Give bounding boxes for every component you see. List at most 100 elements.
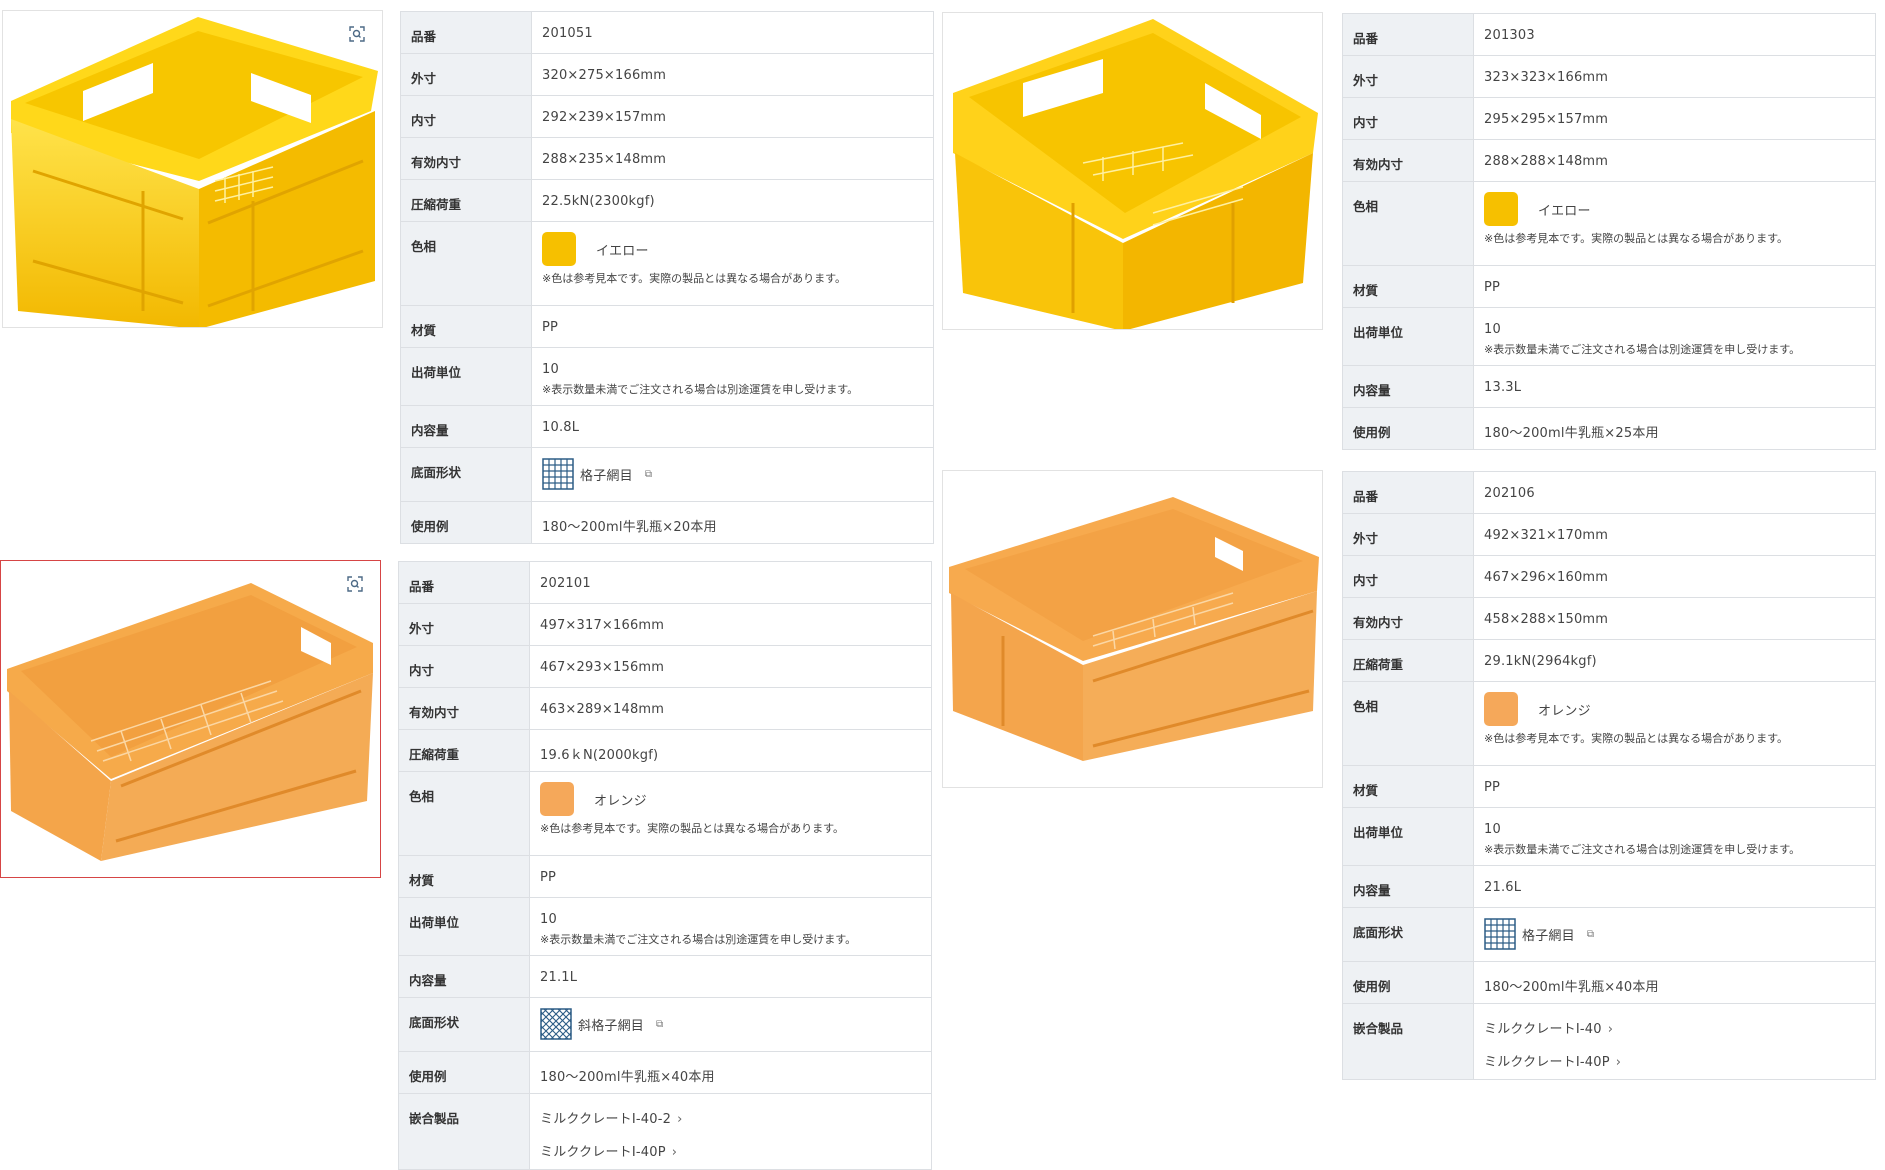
color-swatch [1484,692,1518,726]
related-product-link[interactable]: ミルククレートI-40-2 › [540,1108,921,1127]
product-image-202101[interactable] [0,560,381,878]
usage-example: 180～200ml牛乳瓶×20本用 [531,501,934,544]
spec-key: 嵌合製品 [398,1093,530,1170]
spec-key: 色相 [1342,181,1474,266]
color-name: オレンジ [594,793,647,809]
outer-size: 492×321×170mm [1473,513,1876,556]
effective-size: 288×288×148mm [1473,139,1876,182]
spec-key: 底面形状 [400,447,532,502]
spec-key: 外寸 [398,603,530,646]
outer-size: 497×317×166mm [529,603,932,646]
spec-key: 使用例 [1342,407,1474,450]
product-code: 202106 [1473,471,1876,514]
spec-key: 出荷単位 [1342,807,1474,866]
bottom-shape-cell[interactable]: 斜格子網目 ⧉ [529,997,932,1052]
spec-key: 品番 [400,11,532,54]
spec-key: 内容量 [1342,865,1474,908]
shipping-note: ※表示数量未満でご注文される場合は別途運賃を申し受けます。 [1484,343,1801,356]
spec-key: 内寸 [398,645,530,688]
related-product-label[interactable]: ミルククレートI-40P [540,1145,666,1160]
color-cell: イエロー ※色は参考見本です。実際の製品とは異なる場合があります。 [531,221,934,306]
related-product-link[interactable]: ミルククレートI-40P › [1484,1051,1865,1070]
usage-example: 180～200ml牛乳瓶×40本用 [529,1051,932,1094]
spec-key: 内容量 [398,955,530,998]
chevron-right-icon: › [677,1112,683,1127]
spec-key: 材質 [400,305,532,348]
bottom-shape-label[interactable]: 斜格子網目 [578,1015,644,1034]
bottom-shape-label[interactable]: 格子網目 [1522,925,1575,944]
bottom-shape-cell[interactable]: 格子網目 ⧉ [1473,907,1876,962]
related-product-label[interactable]: ミルククレートI-40P [1484,1055,1610,1070]
color-name: イエロー [1538,203,1591,219]
shipping-unit-cell: 10 ※表示数量未満でご注文される場合は別途運賃を申し受けます。 [1473,807,1876,866]
spec-key: 品番 [1342,13,1474,56]
product-image-201051[interactable] [2,10,383,328]
external-link-icon[interactable]: ⧉ [645,469,652,480]
spec-key: 品番 [1342,471,1474,514]
related-product-link[interactable]: ミルククレートI-40P › [540,1141,921,1160]
spec-table-201051: 品番 201051 外寸 320×275×166mm 内寸 292×239×157mm… [400,11,934,544]
inner-size: 292×239×157mm [531,95,934,138]
color-note: ※色は参考見本です。実際の製品とは異なる場合があります。 [542,272,847,285]
color-name: オレンジ [1538,703,1591,719]
material: PP [529,855,932,898]
spec-key: 使用例 [400,501,532,544]
color-swatch [542,232,576,266]
capacity: 13.3L [1473,365,1876,408]
shipping-unit-cell: 10 ※表示数量未満でご注文される場合は別途運賃を申し受けます。 [529,897,932,956]
spec-table-202106: 品番 202106 外寸 492×321×170mm 内寸 467×296×160mm… [1342,471,1876,1080]
shipping-unit-cell: 10 ※表示数量未満でご注文される場合は別途運賃を申し受けます。 [1473,307,1876,366]
yellow-crate-image [11,17,378,327]
usage-example: 180～200ml牛乳瓶×25本用 [1473,407,1876,450]
spec-key: 内容量 [400,405,532,448]
color-swatch [1484,192,1518,226]
spec-key: 色相 [1342,681,1474,766]
related-product-label[interactable]: ミルククレートI-40-2 [540,1112,671,1127]
effective-size: 463×289×148mm [529,687,932,730]
external-link-icon[interactable]: ⧉ [1587,929,1594,940]
spec-key: 使用例 [398,1051,530,1094]
capacity: 21.1L [529,955,932,998]
grid-pattern-icon [542,458,574,490]
inner-size: 467×296×160mm [1473,555,1876,598]
spec-key: 底面形状 [1342,907,1474,962]
orange-crate-image [949,497,1319,761]
spec-key: 内寸 [400,95,532,138]
chevron-right-icon: › [671,1145,678,1160]
spec-key: 材質 [398,855,530,898]
color-name: イエロー [596,243,649,259]
spec-key: 有効内寸 [398,687,530,730]
spec-key: 外寸 [1342,513,1474,556]
diagonal-grid-pattern-icon [540,1008,572,1040]
color-note: ※色は参考見本です。実際の製品とは異なる場合があります。 [1484,232,1789,245]
related-product-link[interactable]: ミルククレートI-40 › [1484,1018,1865,1037]
product-image-202106[interactable] [942,470,1323,788]
spec-key: 底面形状 [398,997,530,1052]
spec-key: 品番 [398,561,530,604]
spec-key: 有効内寸 [400,137,532,180]
material: PP [1473,265,1876,308]
shipping-note: ※表示数量未満でご注文される場合は別途運賃を申し受けます。 [1484,843,1801,856]
spec-key: 嵌合製品 [1342,1003,1474,1080]
spec-key: 内容量 [1342,365,1474,408]
color-note: ※色は参考見本です。実際の製品とは異なる場合があります。 [540,822,845,835]
spec-key: 材質 [1342,765,1474,808]
related-products-cell: ミルククレートI-40-2 › ミルククレートI-40P › [529,1093,932,1170]
spec-key: 有効内寸 [1342,597,1474,640]
bottom-shape-label[interactable]: 格子網目 [580,465,633,484]
color-note: ※色は参考見本です。実際の製品とは異なる場合があります。 [1484,732,1789,745]
zoom-icon[interactable] [348,25,368,45]
bottom-shape-cell[interactable]: 格子網目 ⧉ [531,447,934,502]
related-product-label[interactable]: ミルククレートI-40 [1484,1022,1602,1037]
zoom-icon[interactable] [346,575,366,595]
compression-load: 29.1kN(2964kgf) [1473,639,1876,682]
material: PP [531,305,934,348]
spec-key: 有効内寸 [1342,139,1474,182]
spec-key: 出荷単位 [1342,307,1474,366]
spec-key: 圧縮荷重 [398,729,530,772]
spec-key: 出荷単位 [398,897,530,956]
product-image-201303[interactable] [942,12,1323,330]
spec-key: 内寸 [1342,555,1474,598]
external-link-icon[interactable]: ⧉ [656,1019,663,1030]
spec-key: 色相 [400,221,532,306]
